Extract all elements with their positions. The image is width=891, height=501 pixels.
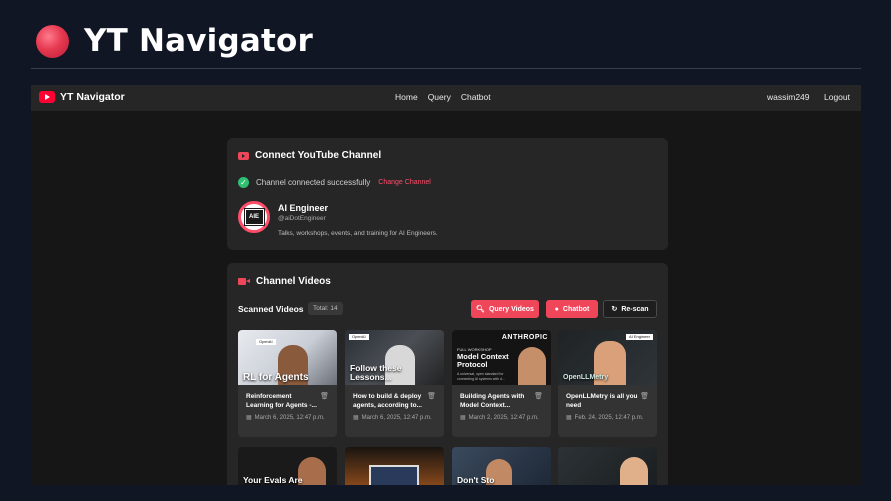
video-title: Reinforcement Learning for Agents -... [246,393,317,409]
calendar-icon: ▦ [353,415,359,421]
video-card[interactable]: OpenAI RL for Agents Reinforcement Learn… [238,330,337,437]
brand-name: YT Navigator [60,91,125,103]
video-date: ▦ March 6, 2025, 12:47 p.m. [246,414,328,423]
laptop-figure [369,465,419,485]
nav-chatbot-link[interactable]: Chatbot [461,92,491,102]
video-date-text: March 6, 2025, 12:47 p.m. [254,415,325,421]
channel-avatar: AIE [238,201,270,233]
video-thumbnail[interactable] [345,447,444,485]
thumbnail-brand: ANTHROPIC [501,334,548,341]
videos-heading: Channel Videos [238,276,331,287]
calendar-icon: ▦ [566,415,572,421]
chat-bubble-icon: ● [554,305,559,313]
trash-icon[interactable]: 🗑︎ [534,392,543,400]
thumbnail-text: Model Context Protocol [457,352,509,369]
trash-icon[interactable]: 🗑︎ [320,392,329,400]
presenter-figure [518,347,546,385]
check-circle-icon: ✓ [238,177,249,188]
channel-description: Talks, workshops, events, and training f… [278,230,438,237]
video-thumbnail[interactable] [558,447,657,485]
connect-heading-text: Connect YouTube Channel [255,150,382,161]
video-camera-icon [238,277,250,286]
video-date-text: Feb. 24, 2025, 12:47 p.m. [574,415,644,421]
hero-title: YT Navigator [84,23,313,59]
connect-heading: Connect YouTube Channel [238,150,381,161]
video-date-text: March 2, 2025, 12:47 p.m. [468,415,539,421]
channel-handle: @aiDotEngineer [278,215,326,222]
avatar-logo: AIE [243,208,265,226]
calendar-icon: ▦ [246,415,252,421]
change-channel-link[interactable]: Change Channel [378,179,431,186]
presenter-figure [620,457,648,485]
nav-query-link[interactable]: Query [428,92,451,102]
nav-home-link[interactable]: Home [395,92,418,102]
username[interactable]: wassim249 [767,92,810,102]
query-videos-label: Query Videos [488,305,534,313]
video-thumbnail[interactable]: ANTHROPIC FULL WORKSHOP Model Context Pr… [452,330,551,385]
video-thumbnail[interactable]: OpenAI Follow these Lessons... [345,330,444,385]
thumbnail-tag: AI Engineer [626,334,653,340]
video-card[interactable]: OpenAI Follow these Lessons... How to bu… [345,330,444,437]
rescan-label: Re-scan [621,305,649,313]
youtube-icon [238,151,249,160]
trash-icon[interactable]: 🗑︎ [427,392,436,400]
thumbnail-tag: OpenAI [349,334,369,340]
channel-name: AI Engineer [278,203,329,213]
video-thumbnail[interactable]: Your Evals Are [238,447,337,485]
video-title: How to build & deploy agents, according … [353,393,422,409]
query-videos-button[interactable]: 🔍︎ Query Videos [471,300,539,318]
refresh-icon: ↻ [611,306,618,313]
chatbot-label: Chatbot [562,305,590,313]
search-icon: 🔍︎ [476,306,485,313]
video-thumbnail[interactable]: AI Engineer OpenLLMetry [558,330,657,385]
thumbnail-tag: OpenAI [256,339,276,345]
channel-videos-card: Channel Videos Scanned Videos Total: 14 … [227,263,668,485]
videos-heading-text: Channel Videos [256,276,331,287]
app-window: YT Navigator Home Query Chatbot wassim24… [31,85,861,485]
total-badge: Total: 14 [308,302,343,315]
thumbnail-text: Don't Sto [457,475,495,485]
thumbnail-text: Your Evals Are [243,475,303,485]
video-title: OpenLLMetry is all you need [566,393,638,409]
connection-status: ✓ Channel connected successfully Change … [238,177,431,188]
video-thumbnail[interactable]: OpenAI RL for Agents [238,330,337,385]
thumbnail-text: Follow these Lessons... [350,363,402,382]
video-date: ▦ March 2, 2025, 12:47 p.m. [460,414,542,423]
divider [31,68,861,69]
calendar-icon: ▦ [460,415,466,421]
thumbnail-caption: A universal, open standard for connectin… [457,372,505,381]
video-thumbnail[interactable]: Don't Sto [452,447,551,485]
video-date-text: March 6, 2025, 12:47 p.m. [361,415,432,421]
app-logo-icon [36,24,69,58]
status-text: Channel connected successfully [256,178,371,187]
trash-icon[interactable]: 🗑︎ [640,392,649,400]
navbar: YT Navigator Home Query Chatbot wassim24… [31,85,861,111]
video-date: ▦ March 6, 2025, 12:47 p.m. [353,414,435,423]
video-card[interactable]: ANTHROPIC FULL WORKSHOP Model Context Pr… [452,330,551,437]
video-card[interactable]: AI Engineer OpenLLMetry OpenLLMetry is a… [558,330,657,437]
youtube-icon [39,91,55,103]
video-title: Building Agents with Model Context... [460,393,525,409]
hero-header: YT Navigator [36,22,313,60]
thumbnail-text: OpenLLMetry [563,374,609,381]
rescan-button[interactable]: ↻ Re-scan [603,300,657,318]
video-date: ▦ Feb. 24, 2025, 12:47 p.m. [566,414,648,423]
navbar-brand[interactable]: YT Navigator [39,91,125,103]
thumbnail-text: RL for Agents [243,372,309,383]
chatbot-button[interactable]: ● Chatbot [546,300,598,318]
scanned-videos-title: Scanned Videos [238,304,304,314]
connect-channel-card: Connect YouTube Channel ✓ Channel connec… [227,138,668,250]
nav-links: Home Query Chatbot [395,92,491,102]
logout-link[interactable]: Logout [824,92,850,102]
